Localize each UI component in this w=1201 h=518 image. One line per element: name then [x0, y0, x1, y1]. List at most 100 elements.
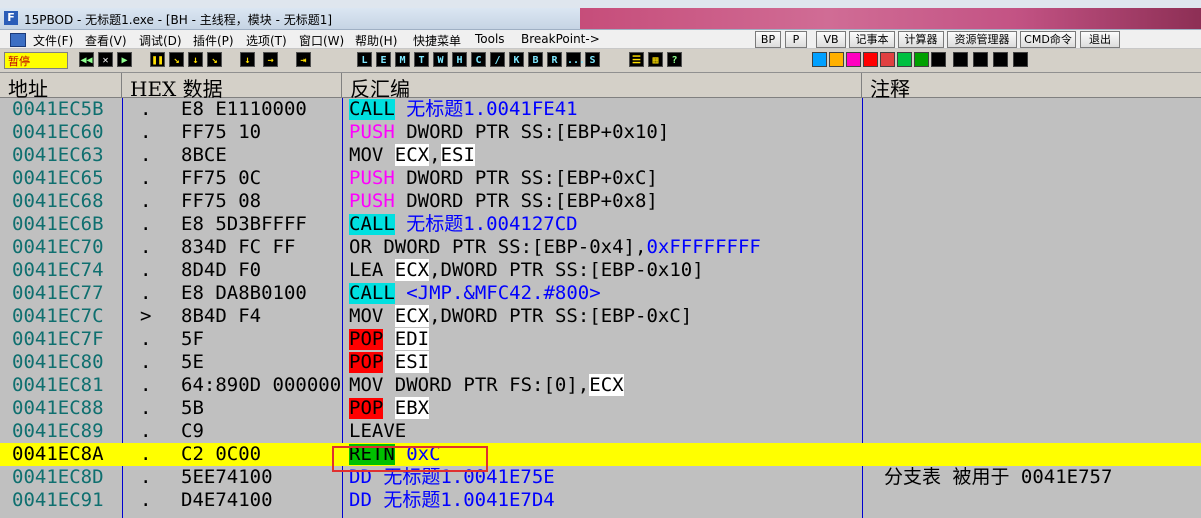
column-comment[interactable]: 注释 — [862, 73, 1201, 101]
p-button[interactable]: P — [785, 31, 807, 48]
handles-button[interactable]: H — [452, 52, 467, 67]
table-row[interactable]: 0041EC74. 8D4D F0 LEA ECX,DWORD PTR SS:[EB… — [0, 259, 1201, 282]
patches-button[interactable]: / — [490, 52, 505, 67]
explorer-button[interactable]: 资源管理器 — [947, 31, 1017, 48]
color-button-10[interactable] — [973, 52, 988, 67]
help-icon[interactable]: ? — [667, 52, 682, 67]
grid-icon[interactable]: ▦ — [648, 52, 663, 67]
operand: ESI — [440, 144, 475, 166]
list-icon[interactable]: ☰ — [629, 52, 644, 67]
trace-into-button[interactable]: ↘ — [207, 52, 222, 67]
mnemonic: MOV — [349, 305, 384, 327]
operand: DWORD PTR SS:[EBP-0x4], — [383, 236, 647, 258]
operand: 无标题1.0041FE41 — [406, 98, 578, 120]
notepad-button[interactable]: 记事本 — [849, 31, 895, 48]
table-row[interactable]: 0041EC77. E8 DA8B0100 CALL <JMP.&MFC42.#80… — [0, 282, 1201, 305]
menu-shortcuts[interactable]: 快捷菜单 — [413, 32, 461, 49]
cpu-button[interactable]: C — [471, 52, 486, 67]
references-button[interactable]: R — [547, 52, 562, 67]
color-button-5[interactable] — [880, 52, 895, 67]
menu-help[interactable]: 帮助(H) — [355, 32, 397, 49]
menu-debug[interactable]: 调试(D) — [139, 32, 182, 49]
source-button[interactable]: S — [585, 52, 600, 67]
status-paused: 暂停 — [4, 52, 68, 69]
address-cell: 0041EC70 — [12, 236, 104, 258]
close-button[interactable]: ✕ — [98, 52, 113, 67]
column-address[interactable]: 地址 — [0, 73, 122, 101]
execute-till-return-button[interactable]: → — [263, 52, 278, 67]
menu-view[interactable]: 查看(V) — [85, 32, 127, 49]
call-stack-button[interactable]: K — [509, 52, 524, 67]
menu-window-icon[interactable] — [10, 33, 26, 47]
address-cell: 0041EC65 — [12, 167, 104, 189]
table-row[interactable]: 0041EC70. 834D FC FF OR DWORD PTR SS:[EBP-… — [0, 236, 1201, 259]
color-button-6[interactable] — [897, 52, 912, 67]
calculator-button[interactable]: 计算器 — [898, 31, 944, 48]
column-disasm[interactable]: 反汇编 — [342, 73, 862, 101]
breakpoints-button[interactable]: B — [528, 52, 543, 67]
color-button-2[interactable] — [829, 52, 844, 67]
color-button-12[interactable] — [1013, 52, 1028, 67]
hex-cell: 5E — [181, 351, 204, 373]
color-button-8[interactable] — [931, 52, 946, 67]
trace-over-button[interactable]: ↓ — [240, 52, 255, 67]
address-cell: 0041EC7C — [12, 305, 104, 327]
cmd-button[interactable]: CMD命令 — [1020, 31, 1076, 48]
menu-file[interactable]: 文件(F) — [33, 32, 73, 49]
run-trace-button[interactable]: ... — [566, 52, 585, 67]
table-row[interactable]: 0041EC5B. E8 E1110000 CALL 无标题1.0041FE41 — [0, 98, 1201, 121]
windows-button[interactable]: W — [433, 52, 448, 67]
app-icon: F — [4, 11, 18, 25]
table-row[interactable]: 0041EC68. FF75 08 PUSH DWORD PTR SS:[EBP+0… — [0, 190, 1201, 213]
menu-tools[interactable]: Tools — [475, 32, 505, 46]
table-row[interactable]: 0041EC91. D4E74100 DD 无标题1.0041E7D4 — [0, 489, 1201, 512]
operand: ESI — [394, 351, 430, 373]
menu-window[interactable]: 窗口(W) — [299, 32, 344, 49]
color-button-4[interactable] — [863, 52, 878, 67]
color-button-9[interactable] — [953, 52, 968, 67]
menu-breakpoint[interactable]: BreakPoint-> — [521, 32, 600, 46]
step-into-button[interactable]: ↘ — [169, 52, 184, 67]
bp-button[interactable]: BP — [755, 31, 781, 48]
step-over-button[interactable]: ↓ — [188, 52, 203, 67]
disasm-cell: CALL 无标题1.004127CD — [349, 213, 578, 236]
address-cell: 0041EC68 — [12, 190, 104, 212]
menu-plugins[interactable]: 插件(P) — [193, 32, 234, 49]
table-row[interactable]: 0041EC88. 5B POP EBX — [0, 397, 1201, 420]
table-row[interactable]: 0041EC63. 8BCE MOV ECX,ESI — [0, 144, 1201, 167]
run-button[interactable]: ▶ — [117, 52, 132, 67]
table-row[interactable]: 0041EC8D. 5EE74100 DD 无标题1.0041E75E 分支表 被用于… — [0, 466, 1201, 489]
memory-button[interactable]: M — [395, 52, 410, 67]
table-row[interactable]: 0041EC7C >8B4D F4 MOV ECX,DWORD PTR SS:[EB… — [0, 305, 1201, 328]
table-row[interactable]: 0041EC89. C9 LEAVE — [0, 420, 1201, 443]
color-button-1[interactable] — [812, 52, 827, 67]
flow-marker: . — [140, 374, 152, 396]
table-row[interactable]: 0041EC80. 5E POP ESI — [0, 351, 1201, 374]
table-row[interactable]: 0041EC7F. 5F POP EDI — [0, 328, 1201, 351]
color-button-7[interactable] — [914, 52, 929, 67]
column-hex[interactable]: HEX 数据 — [122, 73, 342, 101]
disasm-cell: CALL <JMP.&MFC42.#800> — [349, 282, 601, 305]
exit-button[interactable]: 退出 — [1080, 31, 1120, 48]
title-bar[interactable]: F 15PBOD - 无标题1.exe - [BH - 主线程，模块 - 无标题… — [0, 8, 1201, 30]
log-window-button[interactable]: L — [357, 52, 372, 67]
disasm-cell: MOV ECX,DWORD PTR SS:[EBP-0xC] — [349, 305, 692, 328]
table-row[interactable]: 0041EC6B. E8 5D3BFFFF CALL 无标题1.004127CD — [0, 213, 1201, 236]
table-row[interactable]: 0041EC60. FF75 10 PUSH DWORD PTR SS:[EBP+0… — [0, 121, 1201, 144]
vb-button[interactable]: VB — [816, 31, 846, 48]
goto-button[interactable]: ⇥ — [296, 52, 311, 67]
operand: 0xFFFFFFFF — [646, 236, 761, 258]
hex-cell: FF75 0C — [181, 167, 262, 189]
menu-options[interactable]: 选项(T) — [246, 32, 287, 49]
table-row[interactable]: 0041EC81. 64:890D 00000000 MOV DWORD PTR F… — [0, 374, 1201, 397]
disasm-cell: POP EDI — [349, 328, 430, 351]
disassembly-listing[interactable]: 0041EC5B. E8 E1110000 CALL 无标题1.0041FE41 00… — [0, 98, 1201, 518]
color-button-11[interactable] — [993, 52, 1008, 67]
pause-button[interactable]: ❚❚ — [150, 52, 165, 67]
restart-button[interactable]: ◀◀ — [79, 52, 94, 67]
modules-button[interactable]: E — [376, 52, 391, 67]
threads-button[interactable]: T — [414, 52, 429, 67]
table-row[interactable]: 0041EC8A. C2 0C00 RETN 0xC — [0, 443, 1201, 466]
color-button-3[interactable] — [846, 52, 861, 67]
table-row[interactable]: 0041EC65. FF75 0C PUSH DWORD PTR SS:[EBP+0… — [0, 167, 1201, 190]
